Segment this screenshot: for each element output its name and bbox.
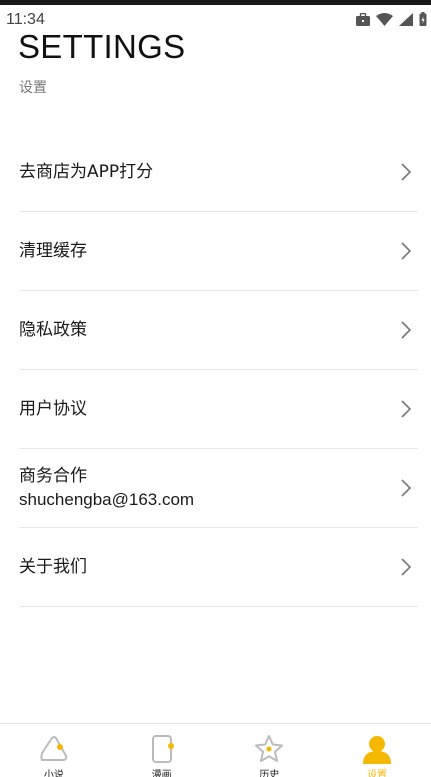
bottom-tab-bar: 小说 漫画 历史 设置	[0, 723, 431, 777]
chevron-right-icon	[400, 241, 412, 261]
comic-icon	[145, 734, 179, 764]
menu-item-label: 去商店为APP打分	[19, 161, 154, 182]
menu-item-label: 用户协议	[19, 398, 87, 419]
tab-label: 设置	[367, 770, 388, 777]
menu-item-label: 关于我们	[19, 556, 87, 577]
page-subtitle: 设置	[19, 80, 47, 96]
business-email: shuchengba@163.com	[19, 489, 195, 509]
menu-item-privacy-policy[interactable]: 隐私政策	[19, 291, 418, 370]
wifi-icon	[376, 12, 393, 26]
tab-comic[interactable]: 漫画	[108, 724, 216, 777]
page-title: SETTINGS	[18, 28, 186, 65]
chevron-right-icon	[400, 478, 412, 498]
status-icons	[356, 12, 427, 26]
menu-item-label: 清理缓存	[19, 240, 87, 261]
battery-icon	[419, 12, 427, 26]
tab-settings[interactable]: 设置	[323, 724, 431, 777]
tab-label: 小说	[43, 770, 64, 777]
tab-history[interactable]: 历史	[216, 724, 324, 777]
settings-menu: 去商店为APP打分 清理缓存 隐私政策 用户协议 商务合作 shuchengba…	[19, 133, 418, 607]
menu-item-label: 商务合作	[19, 465, 87, 486]
briefcase-icon	[356, 12, 370, 26]
tab-label: 漫画	[151, 770, 172, 777]
novel-icon	[37, 734, 71, 764]
status-time: 11:34	[6, 11, 45, 28]
chevron-right-icon	[400, 557, 412, 577]
signal-icon	[399, 12, 413, 26]
menu-item-rate-app[interactable]: 去商店为APP打分	[19, 133, 418, 212]
chevron-right-icon	[400, 399, 412, 419]
history-star-icon	[252, 734, 286, 764]
tab-label: 历史	[259, 770, 280, 777]
settings-person-icon	[360, 734, 394, 764]
menu-item-label: 隐私政策	[19, 319, 87, 340]
tab-novel[interactable]: 小说	[0, 724, 108, 777]
chevron-right-icon	[400, 320, 412, 340]
menu-item-about-us[interactable]: 关于我们	[19, 528, 418, 607]
chevron-right-icon	[400, 162, 412, 182]
menu-item-business-cooperation[interactable]: 商务合作 shuchengba@163.com	[19, 449, 418, 528]
menu-item-clear-cache[interactable]: 清理缓存	[19, 212, 418, 291]
menu-item-user-agreement[interactable]: 用户协议	[19, 370, 418, 449]
business-cooperation-text: 商务合作 shuchengba@163.com	[19, 465, 194, 512]
